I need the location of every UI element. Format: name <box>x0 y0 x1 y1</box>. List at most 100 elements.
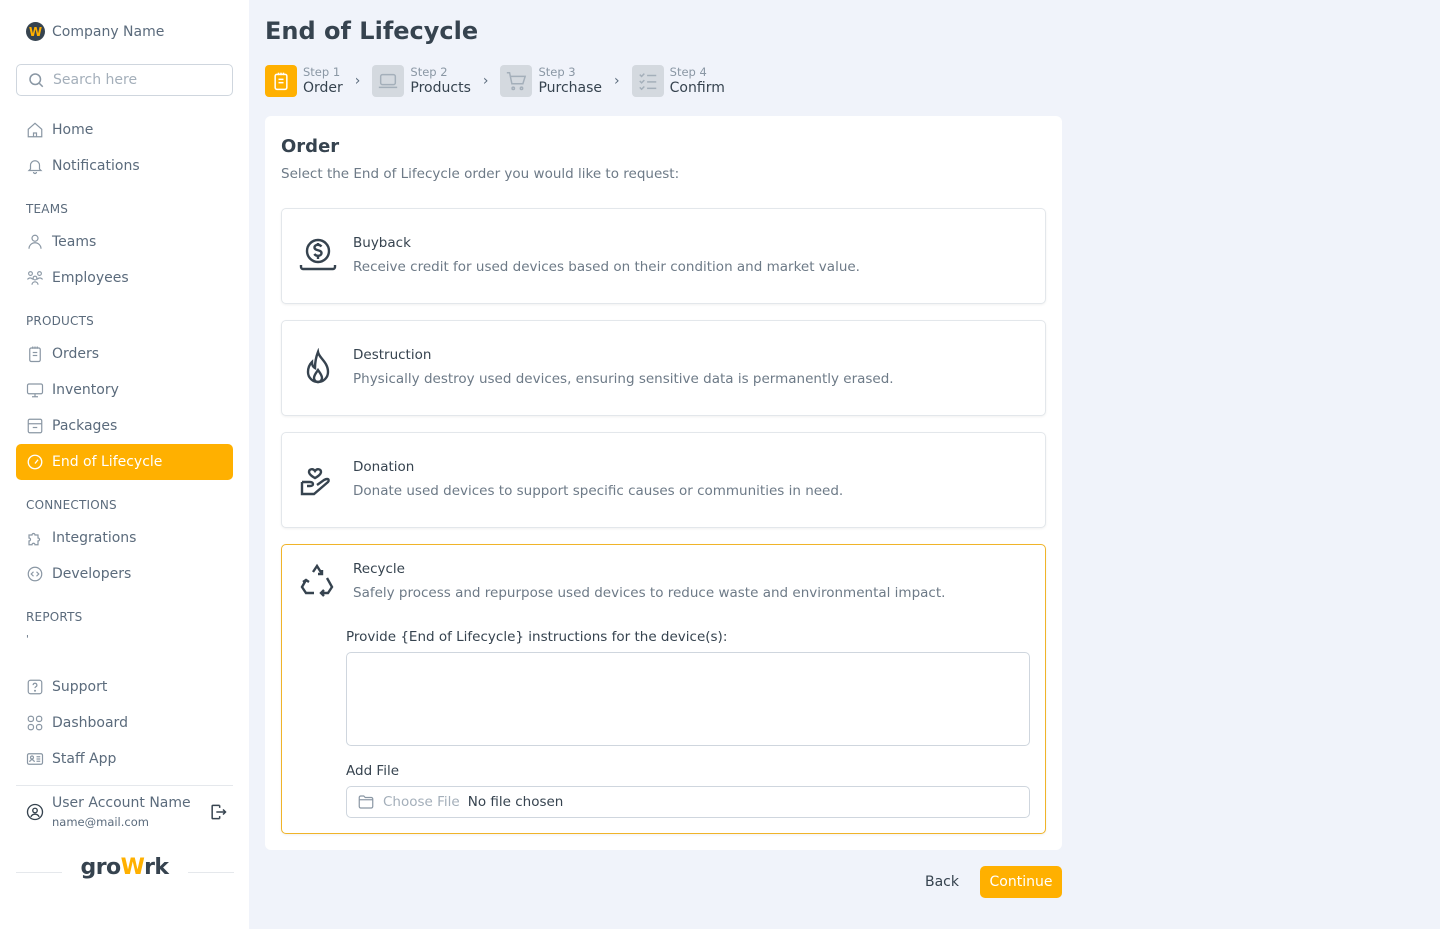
brand-accent: W <box>120 855 145 880</box>
sidebar-item-orders[interactable]: Orders <box>16 336 233 372</box>
step-label: Confirm <box>669 80 725 96</box>
flame-icon <box>306 348 330 384</box>
sidebar-item-developers[interactable]: Developers <box>16 556 233 592</box>
option-description: Physically destroy used devices, ensurin… <box>353 371 894 387</box>
choose-file-button[interactable]: Choose File <box>383 794 460 810</box>
checklist-icon <box>638 73 656 91</box>
sidebar-item-end-of-lifecycle[interactable]: End of Lifecycle <box>16 444 233 480</box>
file-status: No file chosen <box>467 794 564 810</box>
sidebar: W Company Name Home Notifications TEAMS … <box>0 0 249 929</box>
logout-icon <box>211 804 227 820</box>
sidebar-item-label: Teams <box>52 234 97 250</box>
sidebar-item-label: Support <box>52 679 108 695</box>
step-products[interactable]: Step 2 Products <box>372 65 471 97</box>
step-icon-box <box>372 65 405 97</box>
page-title: End of Lifecycle <box>265 17 479 45</box>
instructions-textarea[interactable] <box>346 652 1030 746</box>
section-label-products: PRODUCTS <box>26 314 94 328</box>
archive-icon <box>27 418 43 434</box>
step-number: Step 3 <box>538 65 576 79</box>
sidebar-item-integrations[interactable]: Integrations <box>16 520 233 556</box>
sidebar-item-label: Employees <box>52 270 129 286</box>
grid-icon <box>27 715 43 731</box>
step-confirm[interactable]: Step 4 Confirm <box>631 65 725 97</box>
clipboard-icon <box>29 346 41 363</box>
sidebar-item-label: End of Lifecycle <box>52 454 163 470</box>
step-label: Products <box>410 80 471 96</box>
user-circle-icon <box>26 803 44 821</box>
id-card-icon <box>26 753 44 765</box>
money-hand-icon <box>299 238 337 271</box>
sidebar-item-inventory[interactable]: Inventory <box>16 372 233 408</box>
step-icon-box <box>500 65 533 97</box>
step-label: Order <box>303 80 343 96</box>
monitor-icon <box>26 383 44 398</box>
step-number: Step 4 <box>669 65 707 79</box>
brand-prefix: gro <box>80 855 121 880</box>
sidebar-item-label: Integrations <box>52 530 137 546</box>
brand-suffix: rk <box>144 855 169 880</box>
step-icon-box <box>631 65 664 97</box>
section-label-reports: REPORTS <box>26 610 83 624</box>
home-icon <box>27 122 43 138</box>
search-box[interactable] <box>16 64 233 96</box>
bell-icon <box>27 160 43 175</box>
add-file-label: Add File <box>346 763 400 779</box>
chevron-right-icon: › <box>614 73 620 89</box>
section-label-teams: TEAMS <box>26 202 69 216</box>
option-recycle[interactable]: Recycle Safely process and repurpose use… <box>281 544 1046 834</box>
user-account[interactable]: User Account Name name@mail.com <box>26 795 233 829</box>
file-input[interactable]: Choose File No file chosen <box>346 786 1030 818</box>
company-header[interactable]: W Company Name <box>26 22 164 41</box>
sidebar-item-teams[interactable]: Teams <box>16 224 233 260</box>
company-name: Company Name <box>52 23 165 40</box>
option-title: Destruction <box>353 347 432 363</box>
user-icon <box>28 234 42 249</box>
back-button[interactable]: Back <box>915 866 969 898</box>
brand-logo: groWrk <box>0 855 249 880</box>
order-subtitle: Select the End of Lifecycle order you wo… <box>281 166 680 182</box>
option-destruction[interactable]: Destruction Physically destroy used devi… <box>281 320 1046 416</box>
gauge-icon <box>27 454 43 470</box>
heart-hand-icon <box>300 468 330 496</box>
user-name: User Account Name <box>52 795 191 811</box>
user-email: name@mail.com <box>52 815 149 829</box>
sidebar-item-label: Staff App <box>52 751 117 767</box>
sidebar-item-notifications[interactable]: Notifications <box>16 148 233 184</box>
search-icon <box>29 73 44 88</box>
step-number: Step 2 <box>410 65 448 79</box>
sidebar-divider <box>16 785 233 786</box>
puzzle-icon <box>28 532 41 546</box>
chevron-right-icon: › <box>482 73 489 89</box>
stepper: Step 1 Order › Step 2 Products › Step 3 … <box>265 65 725 97</box>
users-icon <box>27 271 43 285</box>
option-description: Donate used devices to support specific … <box>353 483 844 499</box>
option-donation[interactable]: Donation Donate used devices to support … <box>281 432 1046 528</box>
instructions-label: Provide {End of Lifecycle} instructions … <box>346 629 728 645</box>
folder-icon <box>358 795 374 809</box>
sidebar-item-label: Home <box>52 122 94 138</box>
search-input[interactable] <box>53 72 223 88</box>
sidebar-item-staff-app[interactable]: Staff App <box>16 741 233 777</box>
recycle-icon <box>300 563 334 597</box>
sidebar-item-label: Developers <box>52 566 132 582</box>
company-logo: W <box>26 22 45 41</box>
order-card: Order Select the End of Lifecycle order … <box>265 116 1062 850</box>
step-purchase[interactable]: Step 3 Purchase <box>500 65 602 97</box>
step-number: Step 1 <box>303 65 341 79</box>
sidebar-item-support[interactable]: Support <box>16 669 233 705</box>
logout-button[interactable] <box>208 802 228 826</box>
sidebar-item-packages[interactable]: Packages <box>16 408 233 444</box>
sidebar-item-home[interactable]: Home <box>16 112 233 148</box>
option-buyback[interactable]: Buyback Receive credit for used devices … <box>281 208 1046 304</box>
step-icon-box <box>265 65 297 97</box>
sidebar-item-employees[interactable]: Employees <box>16 260 233 296</box>
code-icon <box>27 566 43 582</box>
step-order[interactable]: Step 1 Order <box>265 65 343 97</box>
sidebar-item-label: Orders <box>52 346 100 362</box>
sidebar-item-dashboard[interactable]: Dashboard <box>16 705 233 741</box>
continue-button[interactable]: Continue <box>980 866 1062 898</box>
chevron-right-icon: › <box>354 73 361 89</box>
sidebar-item-label: Dashboard <box>52 715 128 731</box>
option-title: Buyback <box>353 235 411 251</box>
